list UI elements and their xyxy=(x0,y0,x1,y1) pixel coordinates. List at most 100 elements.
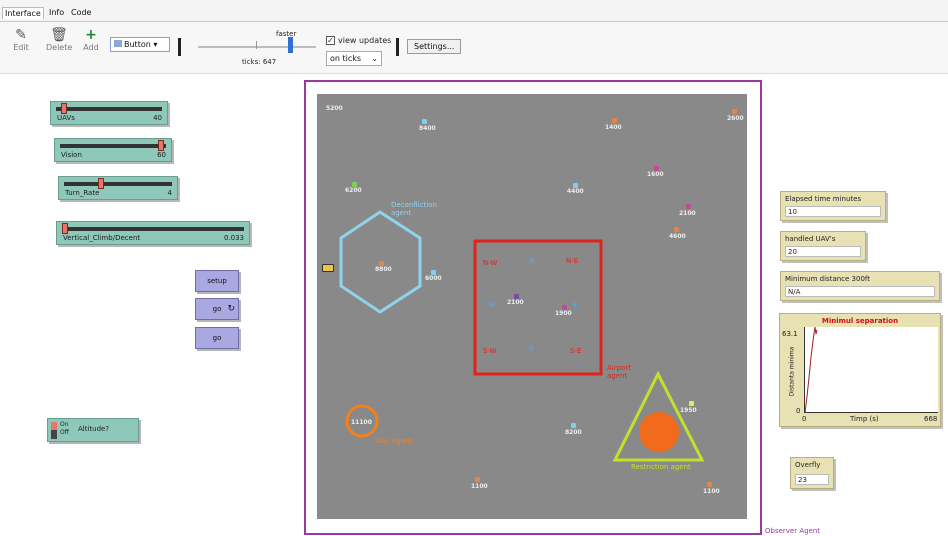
plus-icon: + xyxy=(85,27,97,43)
divider xyxy=(396,38,399,56)
elapsed-time-monitor: Elapsed time minutes 10 xyxy=(780,191,886,221)
uav-marker xyxy=(654,166,659,171)
slider-label: UAVs xyxy=(57,114,75,122)
uavs-slider[interactable]: UAVs 40 xyxy=(50,101,168,125)
uav-marker xyxy=(573,183,578,188)
edit-label: Edit xyxy=(13,43,29,52)
monitor-title: Minimum distance 300ft xyxy=(785,275,870,283)
view-updates-checkbox[interactable]: ✓ xyxy=(326,36,335,45)
uav-marker xyxy=(612,118,617,123)
uav-label: 4600 xyxy=(669,233,686,240)
uav-selected-marker xyxy=(322,264,334,272)
uav-marker xyxy=(352,182,357,187)
compass-label: S xyxy=(529,345,534,353)
slider-knob[interactable] xyxy=(158,140,164,151)
airport-agent-label: Airport agent xyxy=(607,364,631,380)
plot-xlabel: Timp (s) xyxy=(850,415,879,423)
divider xyxy=(178,38,181,56)
uav-marker xyxy=(562,305,567,310)
slider-track xyxy=(64,182,172,186)
overfly-monitor: Overfly 23 xyxy=(790,457,834,489)
compass-label: S-E xyxy=(570,347,582,355)
tab-code[interactable]: Code xyxy=(69,7,93,18)
monitor-title: handled UAV's xyxy=(785,235,836,243)
altitude-switch[interactable]: On Off Altitude? xyxy=(47,418,139,442)
slider-knob[interactable] xyxy=(97,178,104,189)
switch-knob xyxy=(51,422,57,430)
slider-value: 4 xyxy=(167,189,172,197)
slider-track xyxy=(62,227,244,231)
monitor-value: 23 xyxy=(795,474,829,485)
delete-button[interactable]: 🗑 Delete xyxy=(46,27,72,52)
speed-slider-tick xyxy=(256,41,257,49)
edit-button[interactable]: ✎ Edit xyxy=(8,27,34,52)
toolbar: ✎ Edit 🗑 Delete + Add Button ▾ faster ti… xyxy=(0,22,948,74)
slider-track xyxy=(56,107,162,111)
monitor-value: N/A xyxy=(785,286,935,297)
update-mode-value: on ticks xyxy=(330,54,362,63)
uav-label: 8400 xyxy=(419,125,436,132)
plot-area xyxy=(804,327,938,413)
tab-interface[interactable]: Interface xyxy=(2,7,44,19)
plot-ylabel: Distanta minima xyxy=(788,346,796,397)
vision-slider[interactable]: Vision 60 xyxy=(54,138,172,162)
delete-label: Delete xyxy=(46,43,73,52)
restriction-zone xyxy=(639,412,679,452)
plot-ymin: 0 xyxy=(796,407,801,415)
uav-label: 2100 xyxy=(507,299,524,306)
compass-label: N-W xyxy=(483,259,498,267)
uav-agent-label: UAV Agent xyxy=(375,437,413,445)
slider-label: Vision xyxy=(61,151,82,159)
vertical-climb-slider[interactable]: Vertical_Climb/Decent 0.033 xyxy=(56,221,250,245)
monitor-value: 20 xyxy=(785,246,861,257)
ticks-counter: ticks: 647 xyxy=(242,58,277,66)
uav-label: 1100 xyxy=(703,488,720,495)
plot-title: Minimul separation xyxy=(821,317,899,325)
restriction-agent-label: Restriction agent xyxy=(631,463,691,471)
plot-series-line xyxy=(805,327,818,413)
monitor-title: Overfly xyxy=(795,461,821,469)
go-once-button[interactable]: go xyxy=(195,327,239,349)
uav-marker xyxy=(689,401,694,406)
uav-label: 2600 xyxy=(727,115,744,122)
settings-button[interactable]: Settings... xyxy=(407,39,462,54)
slider-value: 40 xyxy=(153,114,162,122)
tab-bar: Interface Info Code xyxy=(0,0,948,22)
uav-marker xyxy=(686,204,691,209)
monitor-title: Elapsed time minutes xyxy=(785,195,862,203)
uav-marker xyxy=(379,261,384,266)
slider-track xyxy=(60,144,166,148)
go-forever-button[interactable]: go ↻ xyxy=(195,298,239,320)
uav-marker xyxy=(732,109,737,114)
plot-ymax: 63.1 xyxy=(782,330,798,338)
uav-marker xyxy=(431,270,436,275)
add-button[interactable]: + Add xyxy=(78,27,104,52)
uav-label: 1900 xyxy=(555,310,572,317)
uav-label: 6200 xyxy=(345,187,362,194)
minimum-distance-monitor: Minimum distance 300ft N/A xyxy=(780,271,940,301)
uav-marker xyxy=(422,119,427,124)
uav-marker xyxy=(475,477,480,482)
uav-label: 2100 xyxy=(679,210,696,217)
world-view[interactable]: 5200 8400 1400 2600 1600 4400 6200 2100 … xyxy=(317,94,747,519)
uav-label: 1100 xyxy=(471,483,488,490)
update-mode-dropdown[interactable]: on ticks ⌄ xyxy=(326,51,382,66)
switch-on-label: On xyxy=(60,421,69,428)
setup-button[interactable]: setup xyxy=(195,270,239,292)
tab-info[interactable]: Info xyxy=(47,7,66,18)
monitor-value: 10 xyxy=(785,206,881,217)
speed-slider-handle[interactable] xyxy=(288,37,293,53)
uav-label: 1400 xyxy=(605,124,622,131)
turn-rate-slider[interactable]: Turn_Rate 4 xyxy=(58,176,178,200)
compass-label: N xyxy=(529,257,535,265)
trash-icon: 🗑 xyxy=(50,27,68,43)
slider-knob[interactable] xyxy=(62,223,68,234)
slider-label: Vertical_Climb/Decent xyxy=(63,234,141,242)
speed-slider-track[interactable] xyxy=(198,46,316,48)
compass-label: W xyxy=(488,301,495,309)
plot-xmax: 668 xyxy=(924,415,938,423)
repeat-icon: ↻ xyxy=(227,304,235,314)
slider-knob[interactable] xyxy=(61,103,67,114)
widget-type-dropdown[interactable]: Button ▾ xyxy=(110,37,170,52)
uav-marker xyxy=(571,423,576,428)
